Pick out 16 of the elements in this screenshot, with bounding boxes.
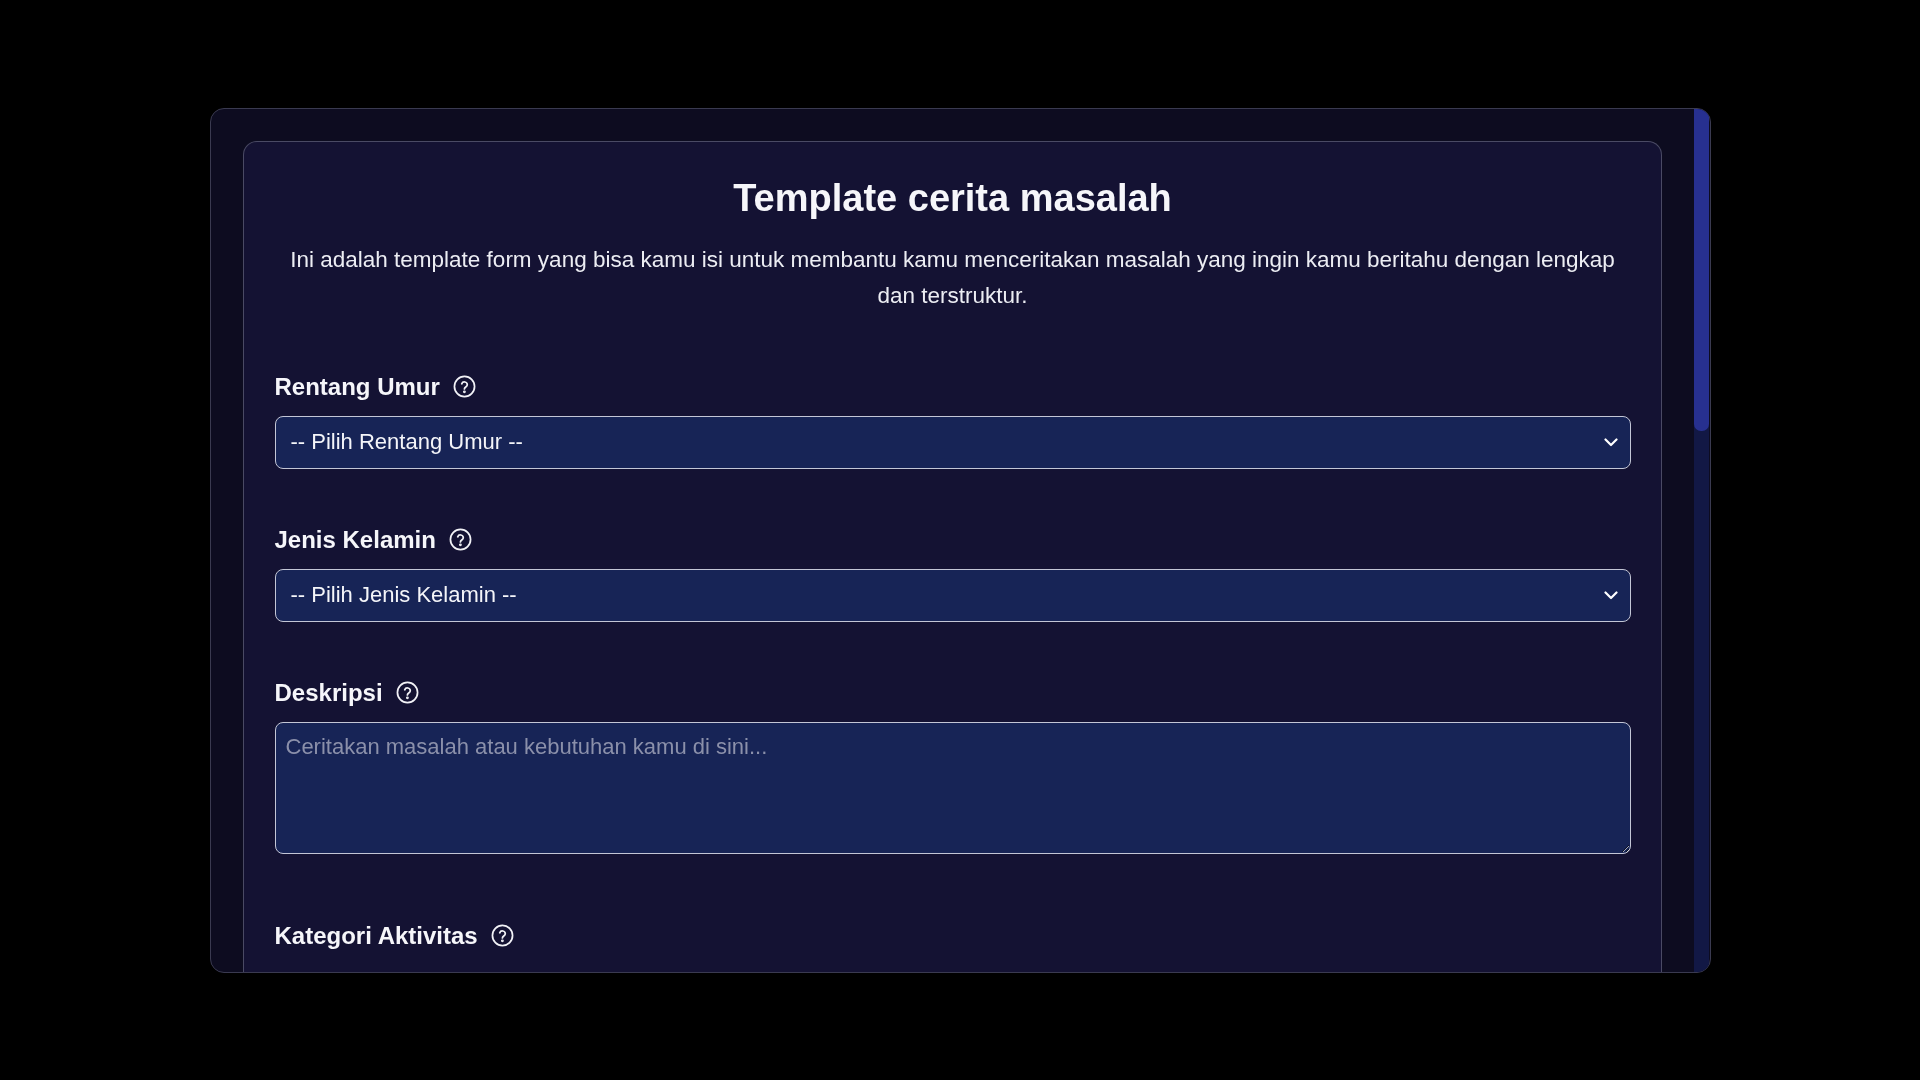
field-label: Jenis Kelamin xyxy=(274,524,436,555)
field-label: Rentang Umur xyxy=(274,371,440,402)
help-icon[interactable] xyxy=(452,375,476,398)
scrollbar-thumb[interactable] xyxy=(1693,108,1709,431)
chevron-down-icon xyxy=(1603,590,1618,600)
chevron-down-icon xyxy=(1603,437,1618,447)
help-icon[interactable] xyxy=(490,924,514,947)
help-icon[interactable] xyxy=(448,528,472,551)
field-label: Kategori Aktivitas xyxy=(274,920,478,951)
description-field[interactable]: Ceritakan masalah atau kebutuhan kamu di sini... xyxy=(274,721,1631,854)
field-label: Deskripsi xyxy=(274,677,383,708)
form-description: Ini adalah template form yang bisa kamu isi untuk membantu kamu menceritakan masalah yang ingin kamu beritahu dengan lengkap dan terstruktur. xyxy=(289,245,1616,310)
form-title: Template cerita masalah xyxy=(732,175,1173,221)
select-field[interactable]: -- Pilih Rentang Umur -- xyxy=(274,415,1631,469)
help-icon[interactable] xyxy=(395,681,419,704)
select-field[interactable]: -- Pilih Jenis Kelamin -- xyxy=(274,568,1631,622)
